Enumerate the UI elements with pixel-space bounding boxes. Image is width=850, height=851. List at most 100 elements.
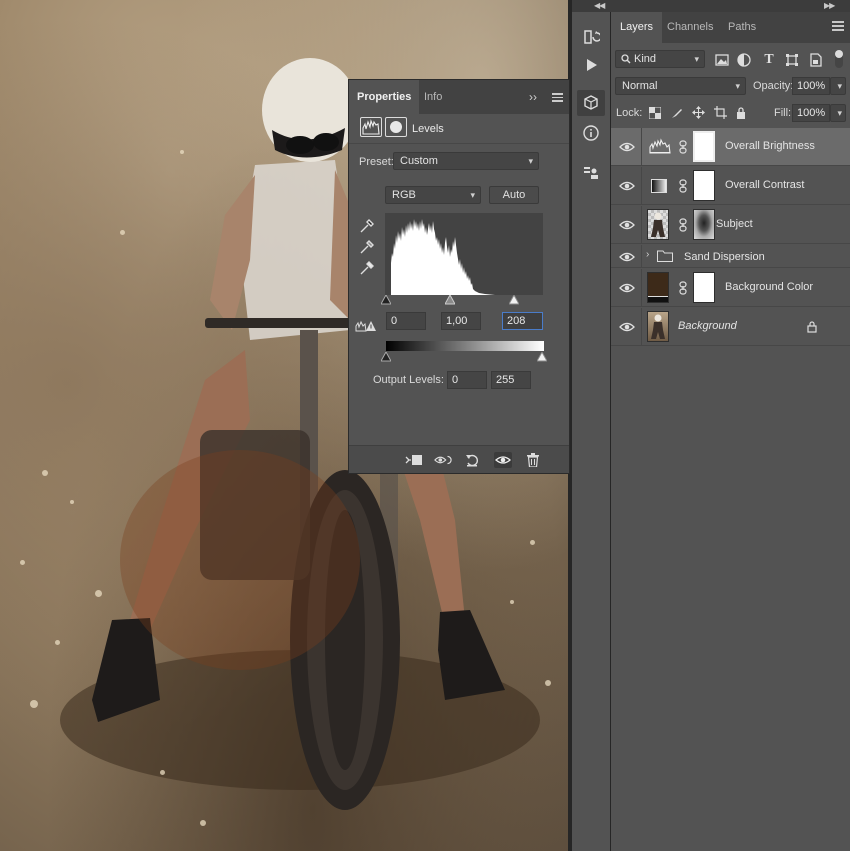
layer-row-overall-contrast[interactable]: Overall Contrast xyxy=(611,167,850,205)
delete-adjustment-icon[interactable] xyxy=(524,452,542,468)
pixel-filter-icon[interactable] xyxy=(714,52,730,68)
dust-speck xyxy=(55,640,60,645)
chevron-down-icon: ▾ xyxy=(470,190,475,200)
channel-dropdown[interactable]: RGB ▾ xyxy=(385,186,481,204)
dust-speck xyxy=(200,820,206,826)
lock-label: Lock: xyxy=(616,107,643,119)
blend-mode-dropdown[interactable]: Normal ▾ xyxy=(615,77,746,95)
subject-image-thumbnail[interactable] xyxy=(647,209,669,240)
input-gamma-field[interactable]: 1,00 xyxy=(441,312,481,330)
clip-to-layer-icon[interactable] xyxy=(405,452,423,468)
input-black-value: 0 xyxy=(391,315,398,327)
clipping-warning-icon[interactable] xyxy=(355,320,377,332)
levels-adjustment-icon xyxy=(360,117,382,137)
mask-link-icon[interactable] xyxy=(679,281,687,298)
output-white-field[interactable]: 255 xyxy=(491,371,531,389)
visibility-eye-icon[interactable] xyxy=(619,281,635,295)
expand-arrows[interactable]: ▶▶ xyxy=(824,0,835,12)
layer-row-background-color[interactable]: Background Color xyxy=(611,269,850,307)
tab-info[interactable]: Info xyxy=(416,80,450,114)
tab-channels[interactable]: Channels xyxy=(658,12,722,43)
mask-link-icon[interactable] xyxy=(679,179,687,196)
fill-field[interactable]: 100% xyxy=(792,104,830,122)
adjustment-title: Levels xyxy=(412,123,444,135)
input-white-slider-handle[interactable] xyxy=(509,295,519,305)
layer-mask-thumbnail[interactable] xyxy=(693,209,715,240)
layer-name[interactable]: Overall Contrast xyxy=(725,179,804,191)
layer-name[interactable]: Subject xyxy=(716,218,753,230)
view-previous-state-icon[interactable] xyxy=(434,452,452,468)
panel-menu-icon[interactable] xyxy=(552,93,563,102)
opacity-value: 100% xyxy=(797,80,826,92)
clone-source-icon[interactable] xyxy=(577,160,605,186)
lock-position-icon[interactable] xyxy=(692,106,705,119)
layer-name[interactable]: Background xyxy=(678,320,737,332)
toggle-visibility-icon[interactable] xyxy=(494,452,512,468)
layer-mask-thumbnail[interactable] xyxy=(693,170,715,201)
output-white-slider-handle[interactable] xyxy=(537,352,547,362)
layer-name[interactable]: Sand Dispersion xyxy=(684,251,765,263)
output-black-field[interactable]: 0 xyxy=(447,371,487,389)
search-icon xyxy=(621,54,631,64)
dust-speck xyxy=(530,540,535,545)
channel-value: RGB xyxy=(392,189,416,201)
layer-name[interactable]: Background Color xyxy=(725,281,813,293)
opacity-slider-toggle[interactable]: ▾ xyxy=(830,77,846,95)
tab-paths[interactable]: Paths xyxy=(719,12,765,43)
input-white-field[interactable]: 208 xyxy=(502,312,543,330)
tab-layers[interactable]: Layers xyxy=(611,12,663,43)
layer-row-subject[interactable]: Subject xyxy=(611,206,850,244)
chevron-right-icon[interactable]: › xyxy=(646,249,649,260)
expand-panel-icon[interactable]: ›› xyxy=(529,90,537,104)
opacity-field[interactable]: 100% xyxy=(792,77,830,95)
dust-speck xyxy=(42,470,48,476)
mask-link-icon[interactable] xyxy=(679,140,687,157)
visibility-eye-icon[interactable] xyxy=(619,218,635,232)
layer-row-sand-dispersion[interactable]: › Sand Dispersion xyxy=(611,245,850,268)
input-white-value: 208 xyxy=(507,315,526,327)
dust-speck xyxy=(95,590,102,597)
adjustment-filter-icon[interactable] xyxy=(736,52,752,68)
lock-all-icon[interactable] xyxy=(736,107,746,119)
lock-pixels-icon[interactable] xyxy=(671,107,683,119)
info-icon[interactable] xyxy=(577,120,605,146)
smart-object-filter-icon[interactable] xyxy=(808,52,824,68)
collapse-arrows[interactable]: ◀◀ xyxy=(594,0,605,12)
panel-menu-icon[interactable] xyxy=(832,21,844,33)
reset-adjustment-icon[interactable] xyxy=(463,452,481,468)
visibility-eye-icon[interactable] xyxy=(619,320,635,334)
white-point-eyedropper-icon[interactable] xyxy=(359,260,375,276)
visibility-eye-icon[interactable] xyxy=(619,140,635,154)
preset-dropdown[interactable]: Custom ▾ xyxy=(393,152,539,170)
shape-filter-icon[interactable] xyxy=(784,52,800,68)
3d-properties-icon[interactable] xyxy=(577,90,605,116)
layer-row-overall-brightness[interactable]: Overall Brightness xyxy=(611,128,850,166)
layer-mask-icon[interactable] xyxy=(385,117,407,137)
auto-button[interactable]: Auto xyxy=(489,186,539,204)
actions-play-icon[interactable] xyxy=(577,52,605,78)
filter-kind-dropdown[interactable]: Kind ▾ xyxy=(615,50,705,68)
black-point-eyedropper-icon[interactable] xyxy=(359,218,375,234)
fill-slider-toggle[interactable]: ▾ xyxy=(830,104,846,122)
type-filter-icon[interactable]: T xyxy=(761,52,777,68)
solid-color-fill-thumbnail[interactable] xyxy=(647,272,669,303)
layer-mask-thumbnail[interactable] xyxy=(693,272,715,303)
history-icon[interactable] xyxy=(577,24,605,50)
input-black-field[interactable]: 0 xyxy=(386,312,426,330)
lock-artboard-icon[interactable] xyxy=(714,106,727,119)
visibility-eye-icon[interactable] xyxy=(619,179,635,193)
mask-link-icon[interactable] xyxy=(679,218,687,235)
tab-properties[interactable]: Properties xyxy=(349,80,420,114)
output-black-slider-handle[interactable] xyxy=(381,352,391,362)
input-black-slider-handle[interactable] xyxy=(381,295,391,305)
layer-name[interactable]: Overall Brightness xyxy=(725,140,815,152)
background-image-thumbnail[interactable] xyxy=(647,311,669,342)
layer-mask-thumbnail[interactable] xyxy=(693,131,715,162)
layer-row-background[interactable]: Background xyxy=(611,308,850,346)
input-gamma-slider-handle[interactable] xyxy=(445,295,455,305)
filter-toggle[interactable] xyxy=(835,50,843,68)
gray-point-eyedropper-icon[interactable] xyxy=(359,239,375,255)
lock-transparent-icon[interactable] xyxy=(649,107,661,119)
visibility-eye-icon[interactable] xyxy=(619,250,635,264)
output-levels-label: Output Levels: xyxy=(373,374,444,386)
